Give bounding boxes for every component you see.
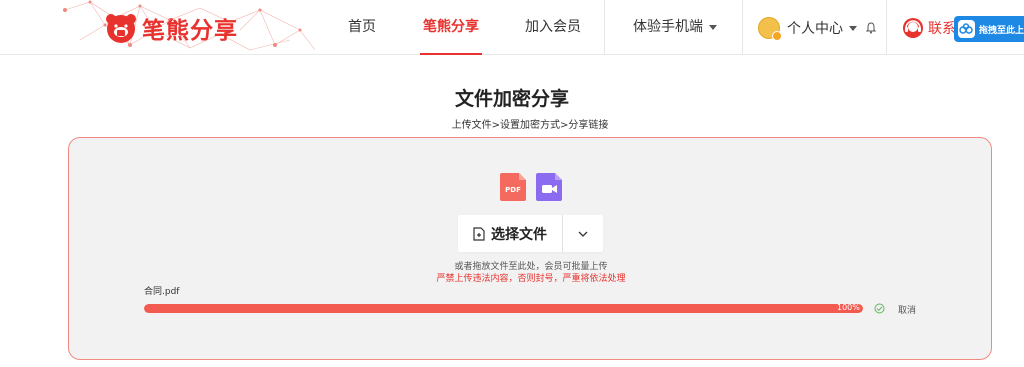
video-icon [536,173,562,201]
select-file-button[interactable]: 选择文件 [458,215,563,252]
progress-percent: 100% [837,303,860,312]
user-center-menu[interactable]: 个人中心 [758,16,877,41]
file-add-icon [473,226,485,241]
upload-warning: 严禁上传违法内容，否则封号，严重将依法处理 [436,274,626,284]
nav-home[interactable]: 首页 [340,0,384,55]
pdf-icon: PDF [500,173,526,201]
upload-progress-fill [144,304,863,313]
avatar [758,17,782,41]
brand-logo[interactable]: 笔熊分享 [104,10,238,46]
chevron-down-icon [578,231,588,237]
drag-upload-float-button[interactable]: 拖拽至此上 [954,16,1024,42]
bear-logo-icon [106,14,136,43]
cloud-share-icon [958,20,975,38]
nav-mobile-label: 体验手机端 [633,19,703,35]
nav-divider [886,0,887,55]
file-type-icons: PDF [500,173,562,201]
nav-divider [604,0,605,55]
upload-options-dropdown[interactable] [563,215,603,252]
check-circle-icon [874,303,885,314]
select-file-group: 选择文件 [458,215,603,252]
chevron-down-icon [849,25,857,31]
select-file-label: 选择文件 [491,226,547,243]
nav-share[interactable]: 笔熊分享 [420,0,482,55]
nav-share-label: 笔熊分享 [423,19,479,35]
cancel-upload-button[interactable]: 取消 [898,303,916,316]
customer-service-icon [903,18,923,38]
svg-text:PDF: PDF [505,186,521,194]
brand-name: 笔熊分享 [142,18,238,44]
user-center-label: 个人中心 [787,21,843,37]
nav-mobile[interactable]: 体验手机端 [630,0,720,55]
uploaded-file-name: 合同.pdf [144,287,180,297]
nav-divider [742,0,743,55]
page-title: 文件加密分享 [454,88,569,110]
bell-icon[interactable] [865,22,877,34]
vip-badge-icon [772,31,782,41]
contact-link[interactable]: 联系 [902,16,956,40]
nav-membership[interactable]: 加入会员 [522,0,584,55]
chevron-down-icon [709,24,717,30]
upload-progress-bar [144,304,863,313]
upload-dropzone[interactable]: PDF 选择文件 或者拖放文件至此处，会员可批量上传 严禁上传违法内容，否则封号… [68,137,992,360]
contact-label: 联系 [928,21,956,37]
float-button-label: 拖拽至此上 [978,25,1024,36]
active-tab-indicator [420,53,482,55]
breadcrumb: 上传文件>设置加密方式>分享链接 [451,120,609,131]
top-header: 笔熊分享 首页 笔熊分享 加入会员 体验手机端 个人中心 联系 拖拽至此上 [0,0,1024,55]
